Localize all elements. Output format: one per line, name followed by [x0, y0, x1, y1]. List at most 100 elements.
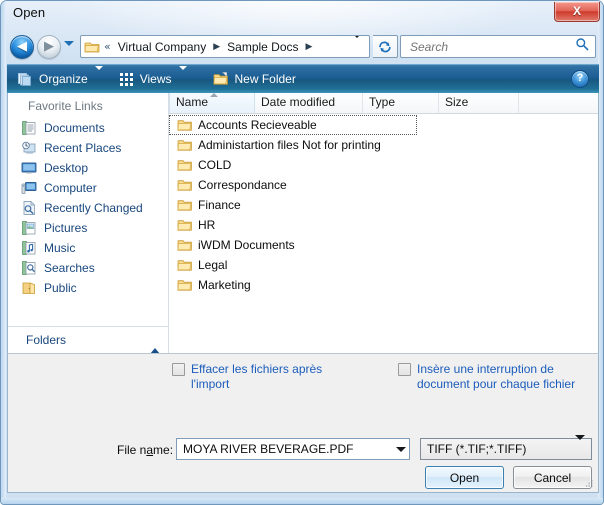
file-name-label: HR	[198, 218, 216, 232]
search-icon	[575, 37, 589, 56]
table-row[interactable]: Administartion files Not for printing	[169, 135, 598, 155]
sidebar-item-computer[interactable]: Computer	[8, 178, 168, 198]
folder-icon	[177, 160, 192, 171]
window-title: Open	[13, 5, 46, 20]
new-folder-button[interactable]: New Folder	[207, 68, 302, 91]
back-arrow-icon: ◀	[17, 39, 27, 54]
file-name-label: Marketing	[198, 278, 251, 292]
sidebar-item-label: Computer	[44, 181, 97, 195]
organize-label: Organize	[39, 72, 88, 86]
sidebar-item-label: Documents	[44, 121, 105, 135]
column-header-blank[interactable]	[519, 93, 598, 113]
help-button[interactable]: ?	[571, 70, 589, 88]
file-name-combobox[interactable]: MOYA RIVER BEVERAGE.PDF	[176, 438, 410, 460]
chevron-down-icon	[395, 446, 406, 452]
favorite-links-list: Documents Recent Places Desktop Computer…	[8, 118, 168, 326]
delete-files-after-import-option[interactable]: Effacer les fichiers après l'import	[172, 362, 362, 392]
music-icon	[22, 241, 36, 255]
column-header-name[interactable]: Name	[169, 93, 255, 113]
chevron-down-icon	[94, 66, 103, 87]
table-row[interactable]: Finance	[169, 195, 598, 215]
recently-changed-icon	[23, 201, 35, 215]
sidebar-item-label: Public	[44, 281, 77, 295]
column-header-date-label: Date modified	[261, 95, 336, 109]
close-button[interactable]: X	[554, 2, 600, 22]
sidebar-item-label: Searches	[44, 261, 95, 275]
search-box[interactable]	[400, 35, 596, 58]
open-button[interactable]: Open	[425, 466, 504, 489]
sidebar-item-public[interactable]: Public	[8, 278, 168, 298]
address-dropdown-button[interactable]	[352, 36, 362, 56]
sidebar-item-recently-changed[interactable]: Recently Changed	[8, 198, 168, 218]
folders-expander[interactable]: Folders	[8, 326, 168, 354]
refresh-button[interactable]	[373, 35, 398, 58]
table-row[interactable]: HR	[169, 215, 598, 235]
organize-button[interactable]: Organize	[11, 66, 109, 91]
searches-icon	[22, 261, 36, 275]
chevron-down-icon	[64, 41, 74, 46]
file-name-dropdown-button[interactable]	[392, 439, 409, 459]
delete-files-after-import-checkbox[interactable]	[172, 363, 185, 376]
sidebar-item-documents[interactable]: Documents	[8, 118, 168, 138]
title-bar: Open X	[1, 1, 603, 28]
file-name-label: Finance	[198, 198, 241, 212]
table-row[interactable]: iWDM Documents	[169, 235, 598, 255]
file-list[interactable]: Name Date modified Type Size Accounts Re…	[169, 93, 598, 353]
recent-places-icon	[22, 141, 36, 154]
help-icon: ?	[576, 72, 584, 84]
computer-icon	[21, 182, 37, 194]
folder-icon	[177, 140, 192, 151]
organize-chevron[interactable]	[94, 66, 103, 88]
import-options-pane: Effacer les fichiers après l'import Insè…	[7, 353, 599, 433]
public-folder-icon	[22, 282, 35, 294]
views-chevron[interactable]	[178, 66, 187, 88]
folder-icon	[177, 220, 192, 231]
file-type-value: TIFF (*.TIF;*.TIFF)	[427, 442, 527, 456]
table-row[interactable]: Marketing	[169, 275, 598, 295]
sidebar-item-label: Desktop	[44, 161, 89, 175]
insert-document-break-option[interactable]: Insère une interruption de document pour…	[398, 362, 578, 392]
forward-button[interactable]: ▶	[37, 35, 61, 59]
file-name-label: Legal	[198, 258, 228, 272]
table-row[interactable]: Legal	[169, 255, 598, 275]
cancel-button[interactable]: Cancel	[513, 466, 592, 489]
folder-icon	[177, 240, 192, 251]
resize-grip-icon[interactable]	[582, 477, 594, 489]
sidebar-item-searches[interactable]: Searches	[8, 258, 168, 278]
folder-icon	[177, 200, 192, 211]
folder-icon	[84, 42, 100, 52]
column-header-size[interactable]: Size	[439, 93, 519, 113]
file-type-combobox[interactable]: TIFF (*.TIF;*.TIFF)	[420, 435, 592, 460]
column-header-type[interactable]: Type	[363, 93, 439, 113]
recent-locations-button[interactable]	[64, 41, 76, 53]
dialog-content: Favorite Links Documents Recent Places D…	[7, 93, 599, 354]
breadcrumb-separator-icon[interactable]: ▶	[306, 42, 313, 52]
sidebar-item-pictures[interactable]: Pictures	[8, 218, 168, 238]
views-label: Views	[139, 72, 172, 86]
forward-arrow-icon: ▶	[44, 39, 54, 54]
sidebar-item-label: Pictures	[44, 221, 88, 235]
table-row[interactable]: Correspondance	[169, 175, 598, 195]
breadcrumb-virtual-company[interactable]: Virtual Company	[116, 39, 209, 55]
breadcrumb-sample-docs[interactable]: Sample Docs	[225, 39, 300, 55]
search-input[interactable]	[408, 38, 562, 55]
sidebar-item-music[interactable]: Music	[8, 238, 168, 258]
chevron-up-icon	[150, 331, 160, 354]
file-type-dropdown-button[interactable]	[575, 435, 585, 458]
folder-icon	[177, 260, 192, 271]
insert-document-break-checkbox[interactable]	[398, 363, 411, 376]
views-button[interactable]: Views	[113, 66, 193, 91]
sidebar-item-label: Recent Places	[44, 141, 122, 155]
column-header-date-modified[interactable]: Date modified	[255, 93, 363, 113]
sidebar-item-recent-places[interactable]: Recent Places	[8, 138, 168, 158]
back-button[interactable]: ◀	[10, 35, 34, 59]
table-row[interactable]: Accounts Recieveable	[169, 115, 417, 135]
navigation-bar: ◀ ▶ « Virtual Company ▶ Sample Docs ▶	[1, 28, 603, 64]
file-name-label: Accounts Recieveable	[198, 118, 317, 132]
address-bar[interactable]: « Virtual Company ▶ Sample Docs ▶	[80, 35, 370, 58]
favorite-links-header: Favorite Links	[28, 99, 103, 113]
table-row[interactable]: COLD	[169, 155, 598, 175]
sidebar-item-desktop[interactable]: Desktop	[8, 158, 168, 178]
file-name-label: Administartion files Not for printing	[198, 138, 381, 152]
breadcrumb-separator-icon[interactable]: ▶	[213, 42, 220, 52]
